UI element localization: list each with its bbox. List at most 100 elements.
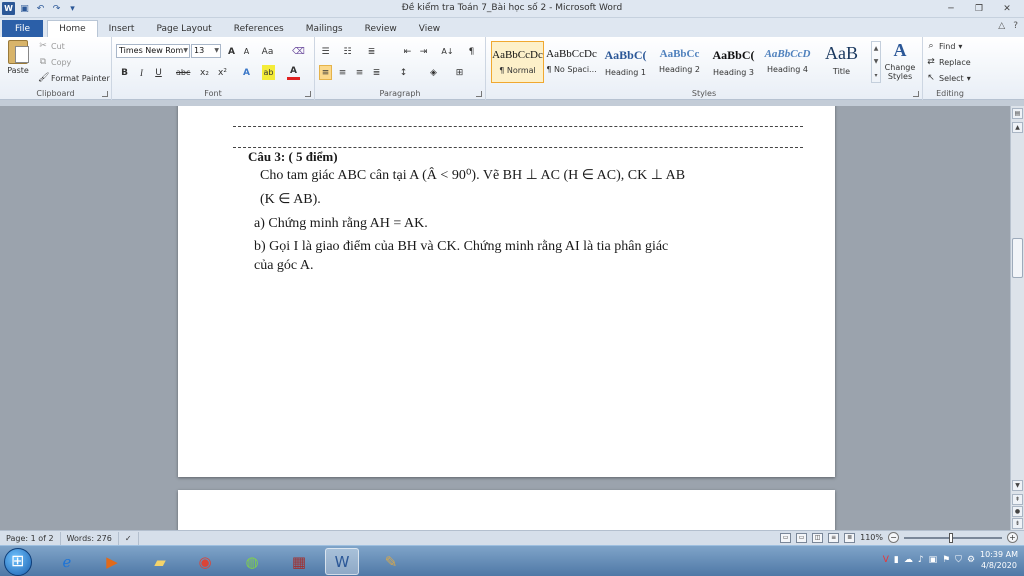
chrome-icon[interactable]: ◉: [188, 548, 222, 575]
paste-button[interactable]: Paste: [4, 40, 32, 84]
font-family-select[interactable]: Times New Rom ▼: [116, 44, 190, 58]
tab-file[interactable]: File: [2, 20, 44, 37]
style-normal[interactable]: AaBbCcDc ¶ Normal: [491, 41, 544, 83]
scroll-thumb[interactable]: [1012, 238, 1023, 278]
find-button[interactable]: ⌕ Find ▾: [926, 41, 962, 51]
scroll-down-icon[interactable]: ▼: [1012, 480, 1023, 491]
shield-icon[interactable]: ⛉: [955, 555, 962, 565]
line-spacing-icon[interactable]: ↕: [397, 65, 410, 80]
font-size-select[interactable]: 13 ▼: [191, 44, 221, 58]
multilevel-list-icon[interactable]: ≣: [365, 44, 378, 59]
more-icon[interactable]: ▾: [874, 72, 877, 79]
tab-insert[interactable]: Insert: [98, 20, 146, 37]
tab-home[interactable]: Home: [47, 20, 98, 37]
minimize-button[interactable]: ─: [938, 1, 964, 16]
format-painter-button[interactable]: 🖌 Format Painter: [38, 73, 110, 83]
cut-button[interactable]: ✂ Cut: [38, 41, 65, 51]
borders-icon[interactable]: ⊞: [453, 65, 466, 80]
page-count[interactable]: Page: 1 of 2: [0, 531, 61, 545]
restore-button[interactable]: ❐: [966, 1, 992, 16]
select-button[interactable]: ↖ Select ▾: [926, 73, 970, 83]
tab-page-layout[interactable]: Page Layout: [145, 20, 222, 37]
align-right-icon[interactable]: ≡: [353, 65, 366, 80]
zoom-level[interactable]: 110%: [860, 533, 883, 542]
style-title[interactable]: AaB Title: [815, 41, 868, 83]
show-marks-button[interactable]: ¶: [465, 44, 478, 59]
vertical-scrollbar[interactable]: ▤ ▲ ▼ ⇞ ● ⇟: [1010, 106, 1024, 530]
change-case-button[interactable]: Aa: [261, 44, 274, 59]
web-layout-view-icon[interactable]: ◫: [812, 532, 824, 543]
signal-icon[interactable]: ▮: [894, 555, 899, 565]
tab-references[interactable]: References: [223, 20, 295, 37]
text-effects-button[interactable]: A: [240, 65, 253, 80]
volume-icon[interactable]: ♪: [918, 555, 924, 565]
grow-font-button[interactable]: A: [225, 44, 238, 59]
paint-icon[interactable]: ✎: [374, 548, 408, 575]
network-icon[interactable]: ▣: [929, 555, 938, 565]
document-area[interactable]: Câu 3: ( 5 điểm) Cho tam giác ABC cân tạ…: [0, 106, 1010, 530]
browse-object-icon[interactable]: ●: [1012, 506, 1023, 517]
style-no-spacing[interactable]: AaBbCcDc ¶ No Spaci...: [545, 41, 598, 83]
underline-button[interactable]: U: [152, 65, 165, 80]
zoom-in-icon[interactable]: +: [1007, 532, 1018, 543]
flag-icon[interactable]: ⚑: [942, 555, 950, 565]
bullets-icon[interactable]: ☰: [319, 44, 332, 59]
decrease-indent-icon[interactable]: ⇤: [401, 44, 414, 59]
style-heading-2[interactable]: AaBbCc Heading 2: [653, 41, 706, 83]
italic-button[interactable]: I: [135, 65, 148, 80]
start-button[interactable]: [4, 548, 32, 576]
styles-gallery-scroll[interactable]: ▲ ▼ ▾: [871, 41, 881, 83]
subscript-button[interactable]: x₂: [198, 65, 211, 80]
styles-launcher-icon[interactable]: [913, 91, 919, 97]
align-left-icon[interactable]: ≡: [319, 65, 332, 80]
paragraph-launcher-icon[interactable]: [476, 91, 482, 97]
align-center-icon[interactable]: ≡: [336, 65, 349, 80]
zoom-slider-thumb[interactable]: [949, 532, 954, 543]
cloud-icon[interactable]: ☁: [904, 555, 913, 565]
clipboard-launcher-icon[interactable]: [102, 91, 108, 97]
minimize-ribbon-icon[interactable]: △: [998, 21, 1005, 31]
gear-icon[interactable]: ⚙: [967, 555, 975, 565]
clear-formatting-icon[interactable]: ⌫: [292, 44, 305, 59]
chevron-up-icon[interactable]: ▲: [874, 45, 879, 52]
style-heading-3[interactable]: AaBbC( Heading 3: [707, 41, 760, 83]
highlight-button[interactable]: ab: [262, 65, 275, 80]
close-button[interactable]: ✕: [994, 1, 1020, 16]
change-styles-button[interactable]: A Change Styles: [882, 40, 918, 81]
word-count[interactable]: Words: 276: [61, 531, 119, 545]
coccoc-icon[interactable]: ◍: [235, 548, 269, 575]
next-page-icon[interactable]: ⇟: [1012, 518, 1023, 529]
font-launcher-icon[interactable]: [305, 91, 311, 97]
media-player-icon[interactable]: ▶: [95, 548, 129, 575]
shading-icon[interactable]: ◈: [427, 65, 440, 80]
bold-button[interactable]: B: [118, 65, 131, 80]
full-screen-view-icon[interactable]: ▭: [796, 532, 808, 543]
document-page-2[interactable]: [178, 490, 835, 530]
tab-review[interactable]: Review: [354, 20, 408, 37]
copy-button[interactable]: ⧉ Copy: [38, 57, 72, 67]
document-page[interactable]: Câu 3: ( 5 điểm) Cho tam giác ABC cân tạ…: [178, 106, 835, 477]
font-color-button[interactable]: A: [287, 65, 300, 80]
increase-indent-icon[interactable]: ⇥: [417, 44, 430, 59]
chevron-down-icon[interactable]: ▼: [874, 58, 879, 65]
scroll-up-icon[interactable]: ▲: [1012, 122, 1023, 133]
file-explorer-icon[interactable]: ▰: [143, 548, 177, 575]
justify-icon[interactable]: ≣: [370, 65, 383, 80]
numbering-icon[interactable]: ☷: [341, 44, 354, 59]
proofing-icon[interactable]: ✓: [119, 531, 139, 545]
ruler-toggle-icon[interactable]: ▤: [1012, 108, 1023, 119]
draft-view-icon[interactable]: ≣: [844, 532, 856, 543]
zoom-slider[interactable]: [904, 532, 1002, 543]
print-layout-view-icon[interactable]: ▭: [780, 532, 792, 543]
style-heading-4[interactable]: AaBbCcD Heading 4: [761, 41, 814, 83]
style-heading-1[interactable]: AaBbC( Heading 1: [599, 41, 652, 83]
previous-page-icon[interactable]: ⇞: [1012, 494, 1023, 505]
superscript-button[interactable]: x²: [216, 65, 229, 80]
shrink-font-button[interactable]: A: [240, 44, 253, 59]
internet-explorer-icon[interactable]: ℯ: [50, 548, 84, 575]
taskbar-clock[interactable]: 10:39 AM 4/8/2020: [980, 549, 1018, 571]
word-taskbar-icon[interactable]: W: [325, 548, 359, 575]
antivirus-icon[interactable]: V: [883, 555, 889, 565]
replace-button[interactable]: ⇄ Replace: [926, 57, 970, 67]
help-icon[interactable]: ?: [1013, 21, 1018, 31]
